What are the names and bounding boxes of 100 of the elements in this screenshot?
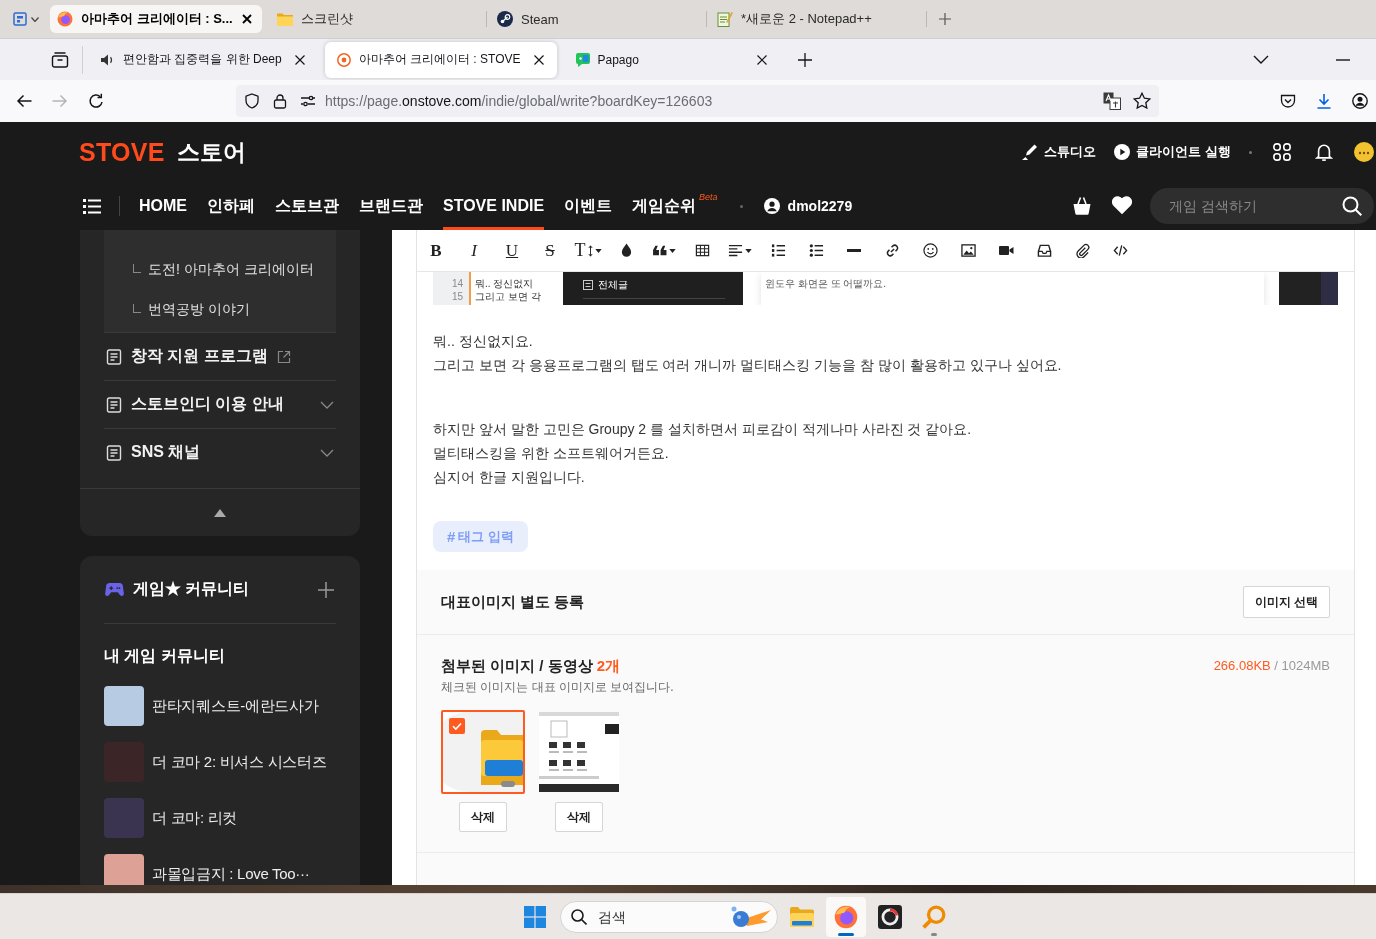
taskbar-search-field[interactable]: 검색: [560, 900, 778, 933]
branch-line-icon: [133, 303, 141, 313]
comet-icon: [730, 905, 772, 928]
site-logo[interactable]: STOVE: [79, 137, 165, 167]
nav-link[interactable]: 인하페: [207, 182, 255, 230]
speech-bubble-icon: [575, 52, 590, 67]
heart-icon: [1112, 196, 1132, 216]
forward-arrow-icon: [52, 93, 68, 109]
bold-button[interactable]: B: [417, 234, 455, 267]
translate-icon[interactable]: [1103, 92, 1121, 110]
notepad-text-line: 뭐.. 정신없지: [475, 277, 535, 290]
header-link[interactable]: 스튜디오: [1022, 143, 1097, 161]
caption-text: 윈도우 화면은 또 어떨까요.: [765, 278, 887, 289]
grid-icon: [1273, 143, 1291, 161]
game-community-item[interactable]: 더 코마: 리컷: [104, 798, 336, 838]
sliders-icon[interactable]: [300, 93, 316, 109]
browser-tab[interactable]: Papago: [563, 41, 780, 78]
game-search-field[interactable]: 게임 검색하기: [1150, 188, 1374, 224]
checkbox-checked-icon[interactable]: [449, 718, 465, 734]
caret-icon: [594, 248, 602, 253]
gamepad-icon: [105, 582, 124, 597]
storage-usage: 266.08KB / 1024MB: [1213, 657, 1330, 675]
align-left-icon: [728, 243, 743, 258]
window-layout-icon: [13, 12, 27, 26]
nav-link[interactable]: 이벤트: [564, 182, 613, 230]
nav-link[interactable]: 스토브관: [275, 182, 339, 230]
browser-button[interactable]: [826, 896, 866, 937]
bullet-list-icon: [808, 243, 824, 258]
plus-icon: [939, 13, 951, 25]
header-link[interactable]: 클라이언트 실행: [1114, 143, 1231, 161]
search-icon[interactable]: [1342, 196, 1362, 216]
underline-button[interactable]: U: [493, 234, 531, 267]
game-community-item[interactable]: 판타지퀘스트-에란드사가: [104, 686, 336, 726]
strikethrough-button[interactable]: S: [531, 234, 569, 267]
my-communities-heading: 내 게임 커뮤니티: [104, 646, 226, 666]
nav-link[interactable]: 브랜드관: [359, 182, 423, 230]
play-icon: [1114, 144, 1131, 160]
user-account-link[interactable]: dmol2279: [763, 198, 853, 214]
avatar-icon[interactable]: [1354, 142, 1374, 162]
link-icon: [884, 243, 900, 258]
submenu-item[interactable]: 도전! 아마추어 크리에이터: [104, 250, 336, 290]
nav-link[interactable]: HOME: [139, 182, 187, 230]
shopping-basket-icon: [1072, 196, 1092, 216]
search-icon: [571, 908, 587, 925]
sidebar-menu-item[interactable]: 스토브인디 이용 안내: [104, 380, 336, 428]
fox-globe-icon: [834, 904, 858, 929]
nav-link[interactable]: STOVE INDIE: [443, 182, 545, 230]
select-image-button[interactable]: 이미지 선택: [1242, 586, 1330, 618]
delete-button[interactable]: 삭제: [459, 802, 507, 832]
menu-item-label: 전체글: [598, 278, 628, 292]
smiley-icon: [922, 243, 938, 258]
close-icon: [294, 54, 305, 65]
image-icon: [960, 243, 976, 258]
fox-globe-icon: [57, 11, 73, 27]
ring-app-icon: [878, 904, 902, 929]
caret-icon: [669, 248, 676, 253]
apps-menu-button[interactable]: [1270, 140, 1294, 164]
shield-icon[interactable]: [244, 93, 260, 109]
sidebar-menu-item[interactable]: SNS 채널: [104, 428, 336, 476]
store-title[interactable]: 스토어: [176, 136, 246, 168]
window-tab[interactable]: 아마추어 크리에이터 : S...: [50, 5, 262, 33]
close-icon: [533, 54, 544, 65]
document-icon: [106, 396, 122, 413]
star-icon[interactable]: [1133, 92, 1151, 110]
folder-icon: [277, 11, 293, 27]
attachments-note: 체크된 이미지는 대표 이미지로 보여집니다.: [441, 679, 675, 695]
back-arrow-icon: [16, 93, 32, 109]
chevron-down-icon: [1253, 55, 1269, 64]
post-text-line: 그리고 보면 각 응용프로그램의 탭도 여러 개니까 멀티태스킹 기능을 참 많이 활용하고 있구나 싶어요.: [433, 356, 1063, 375]
game-community-item[interactable]: 더 코마 2: 비셔스 시스터즈: [104, 742, 336, 782]
line-number: 15: [451, 290, 463, 303]
inbox-tray-icon: [1036, 243, 1052, 258]
download-icon: [1316, 93, 1332, 109]
game-community-item[interactable]: 과몰입금지 : Love Too···: [104, 854, 336, 885]
user-icon: [763, 198, 780, 214]
add-community-button[interactable]: [316, 579, 336, 600]
post-text-line: 뭐.. 정신없지요.: [433, 332, 534, 351]
numbered-list-icon: [770, 243, 786, 258]
close-icon[interactable]: [242, 14, 252, 24]
menu-icon: [83, 198, 101, 214]
italic-button[interactable]: I: [455, 234, 493, 267]
branch-line-icon: [133, 263, 141, 273]
browser-tab[interactable]: 아마추어 크리에이터 : STOVE: [324, 41, 557, 78]
table-icon: [694, 243, 710, 258]
speaker-icon[interactable]: [101, 52, 115, 67]
submenu-item[interactable]: 번역공방 이야기: [104, 290, 336, 330]
browser-tab[interactable]: 편안함과 집중력을 위한 Deep: [89, 41, 318, 78]
address-bar[interactable]: https://page.onstove.com/indie/global/write?boardKey=126603: [236, 85, 1159, 117]
delete-button[interactable]: 삭제: [555, 802, 603, 832]
lock-icon[interactable]: [272, 93, 288, 109]
community-title: 게임★ 커뮤니티: [133, 579, 250, 599]
section-title: 대표이미지 별도 등록: [441, 592, 585, 612]
folder-icon: [790, 904, 814, 929]
list-icon: [583, 280, 593, 290]
steam-icon: [497, 11, 513, 27]
notification-bell-icon: [1315, 143, 1333, 161]
sidebar-menu-item[interactable]: 창작 지원 프로그램: [104, 332, 336, 380]
chevron-down-icon: [320, 400, 334, 409]
reload-icon: [88, 93, 104, 109]
font-size-button[interactable]: T: [569, 234, 607, 267]
